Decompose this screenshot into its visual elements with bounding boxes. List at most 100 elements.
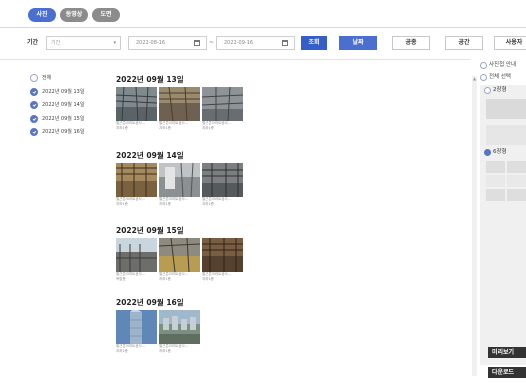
photo-location: 지하1층 [159, 202, 171, 206]
layout-6-label: 6장형 [493, 149, 507, 155]
photo-card[interactable]: 철근콘크리트공사... 지하1층 [159, 310, 200, 354]
photo-location: 지하1층 [159, 277, 171, 281]
photo-group: 2022년 09월 15일 철근콘크리트공사... 옥탑층 철근콘크리트공사..… [116, 225, 246, 281]
photo-thumbnail[interactable] [202, 238, 243, 272]
chevron-down-icon: ▾ [113, 40, 116, 46]
layout-2-option[interactable]: 2장형 [484, 87, 507, 94]
period-select-value: 기간 [51, 40, 61, 46]
tree-item-date[interactable]: 2022년 09월 13일 [30, 87, 85, 102]
layout-2-preview [486, 99, 526, 119]
photo-location: 지하1층 [116, 202, 128, 206]
photo-group: 2022년 09월 14일 철근콘크리트공사... 지하1층 철근콘크리트공사.… [116, 150, 246, 206]
calendar-icon[interactable] [282, 40, 288, 46]
tree-item-date[interactable]: 2022년 09월 16일 [30, 128, 84, 142]
group-date-title: 2022년 09월 14일 [116, 151, 184, 160]
photo-location: 지하1층 [159, 349, 171, 353]
tree-item-all[interactable]: 전체 [30, 74, 84, 88]
layout-6-preview [486, 161, 526, 201]
photo-location: 옥탑층 [116, 277, 126, 281]
checkbox-checked-icon [30, 128, 38, 136]
group-by-date-button[interactable]: 날짜 [339, 36, 377, 50]
checkbox-checked-icon [30, 87, 38, 96]
photo-location: 지하1층 [159, 126, 171, 130]
radio-icon [480, 74, 487, 81]
photo-location: 지하1층 [202, 126, 214, 130]
photo-thumbnail[interactable] [159, 310, 200, 344]
photo-location: 지하1층 [116, 126, 128, 130]
tree-item-label: 2022년 09월 15일 [42, 115, 85, 122]
photo-thumbnail[interactable] [116, 163, 157, 197]
tree-item-date[interactable]: 2022년 09월 14일 [30, 101, 84, 115]
photo-card[interactable]: 철근콘크리트공사... 지하1층 [202, 238, 243, 282]
photo-thumbnail[interactable] [159, 238, 200, 272]
group-date-title: 2022년 09월 13일 [116, 75, 184, 84]
media-tabs: 사진 동영상 도면 [28, 8, 120, 22]
layout-2-label: 2장형 [493, 87, 507, 93]
tab-photo[interactable]: 사진 [28, 8, 56, 22]
tree-item-date[interactable]: 2022년 09월 15일 [30, 114, 85, 129]
photo-card[interactable]: 철근콘크리트공사... 지하1층 [159, 87, 200, 131]
photo-card[interactable]: 철근콘크리트공사... 지하1층 [159, 238, 200, 282]
calendar-icon[interactable] [194, 40, 200, 46]
album-guide-label: 사진첩 안내 [489, 62, 517, 68]
group-by-user-button[interactable]: 사용자 [494, 36, 526, 50]
checkbox-checked-icon [30, 114, 38, 123]
tree-item-label: 전체 [42, 75, 52, 81]
divider [0, 59, 470, 60]
tab-video[interactable]: 동영상 [60, 8, 88, 22]
scroll-up-icon[interactable]: ▲ [472, 76, 477, 81]
layout-list: 2장형 6장형 [480, 85, 526, 365]
group-date-title: 2022년 09월 15일 [116, 226, 184, 235]
divider [0, 27, 526, 28]
group-by-process-button[interactable]: 공종 [392, 36, 430, 50]
album-options-panel: 사진첩 안내 전체 선택 ▲ 2장형 6장형 미리보기 다운로드 [470, 60, 526, 383]
photo-card[interactable]: 철근콘크리트공사... 옥탑층 [116, 238, 157, 282]
group-by-space-button[interactable]: 공간 [445, 36, 483, 50]
period-select[interactable]: 기간 ▾ [46, 36, 121, 50]
photo-group: 2022년 09월 16일 철근콘크리트공사... 지하1층 철근콘크리트공사.… [116, 297, 246, 353]
checkbox-checked-icon [30, 101, 38, 109]
scrollbar[interactable]: ▲ [472, 76, 477, 376]
photo-thumbnail[interactable] [159, 87, 200, 121]
search-button[interactable]: 조회 [301, 36, 327, 50]
radio-icon [484, 87, 491, 94]
photo-location: 지하1층 [202, 277, 214, 281]
end-date-value: 2022-09-16 [224, 40, 254, 46]
photo-thumbnail[interactable] [202, 87, 243, 121]
preview-button[interactable]: 미리보기 [488, 347, 526, 358]
layout-2-preview [486, 125, 526, 145]
select-all-label: 전체 선택 [489, 74, 511, 80]
period-label: 기간 [27, 39, 39, 46]
tree-item-label: 2022년 09월 13일 [42, 88, 85, 95]
photo-thumbnail[interactable] [116, 87, 157, 121]
photo-card[interactable]: 철근콘크리트공사... 지하1층 [116, 163, 157, 207]
photo-card[interactable]: 철근콘크리트공사... 지하1층 [202, 163, 243, 207]
layout-6-option[interactable]: 6장형 [484, 149, 507, 156]
photo-thumbnail[interactable] [202, 163, 243, 197]
checkbox-icon [30, 74, 38, 82]
album-guide-option[interactable]: 사진첩 안내 [480, 62, 516, 69]
photo-location: 지하1층 [116, 349, 128, 353]
radio-checked-icon [484, 149, 491, 156]
start-date-value: 2022-08-16 [136, 40, 166, 46]
start-date-field[interactable]: 2022-08-16 [128, 36, 207, 50]
select-all-option[interactable]: 전체 선택 [480, 74, 511, 81]
photo-card[interactable]: 철근콘크리트공사... 지하1층 [116, 310, 157, 354]
group-date-title: 2022년 09월 16일 [116, 298, 184, 307]
photo-card[interactable]: 철근콘크리트공사... 지하1층 [159, 163, 200, 207]
tree-item-label: 2022년 09월 14일 [42, 102, 85, 108]
filter-bar: 기간 기간 ▾ 2022-08-16 ~ 2022-09-16 조회 날짜 공종… [0, 36, 526, 50]
radio-icon [480, 62, 487, 69]
tree-item-label: 2022년 09월 16일 [42, 129, 85, 135]
photo-card[interactable]: 철근콘크리트공사... 지하1층 [116, 87, 157, 131]
photo-thumbnail[interactable] [159, 163, 200, 197]
photo-group: 2022년 09월 13일 철근콘크리트공사... 지하1층 철근콘크리트공사.… [116, 74, 246, 130]
date-separator: ~ [209, 39, 215, 46]
photo-thumbnail[interactable] [116, 310, 157, 344]
end-date-field[interactable]: 2022-09-16 [216, 36, 295, 50]
download-button[interactable]: 다운로드 [488, 367, 526, 378]
tab-drawing[interactable]: 도면 [92, 8, 120, 22]
photo-thumbnail[interactable] [116, 238, 157, 272]
photo-card[interactable]: 철근콘크리트공사... 지하1층 [202, 87, 243, 131]
photo-location: 지하1층 [202, 202, 214, 206]
